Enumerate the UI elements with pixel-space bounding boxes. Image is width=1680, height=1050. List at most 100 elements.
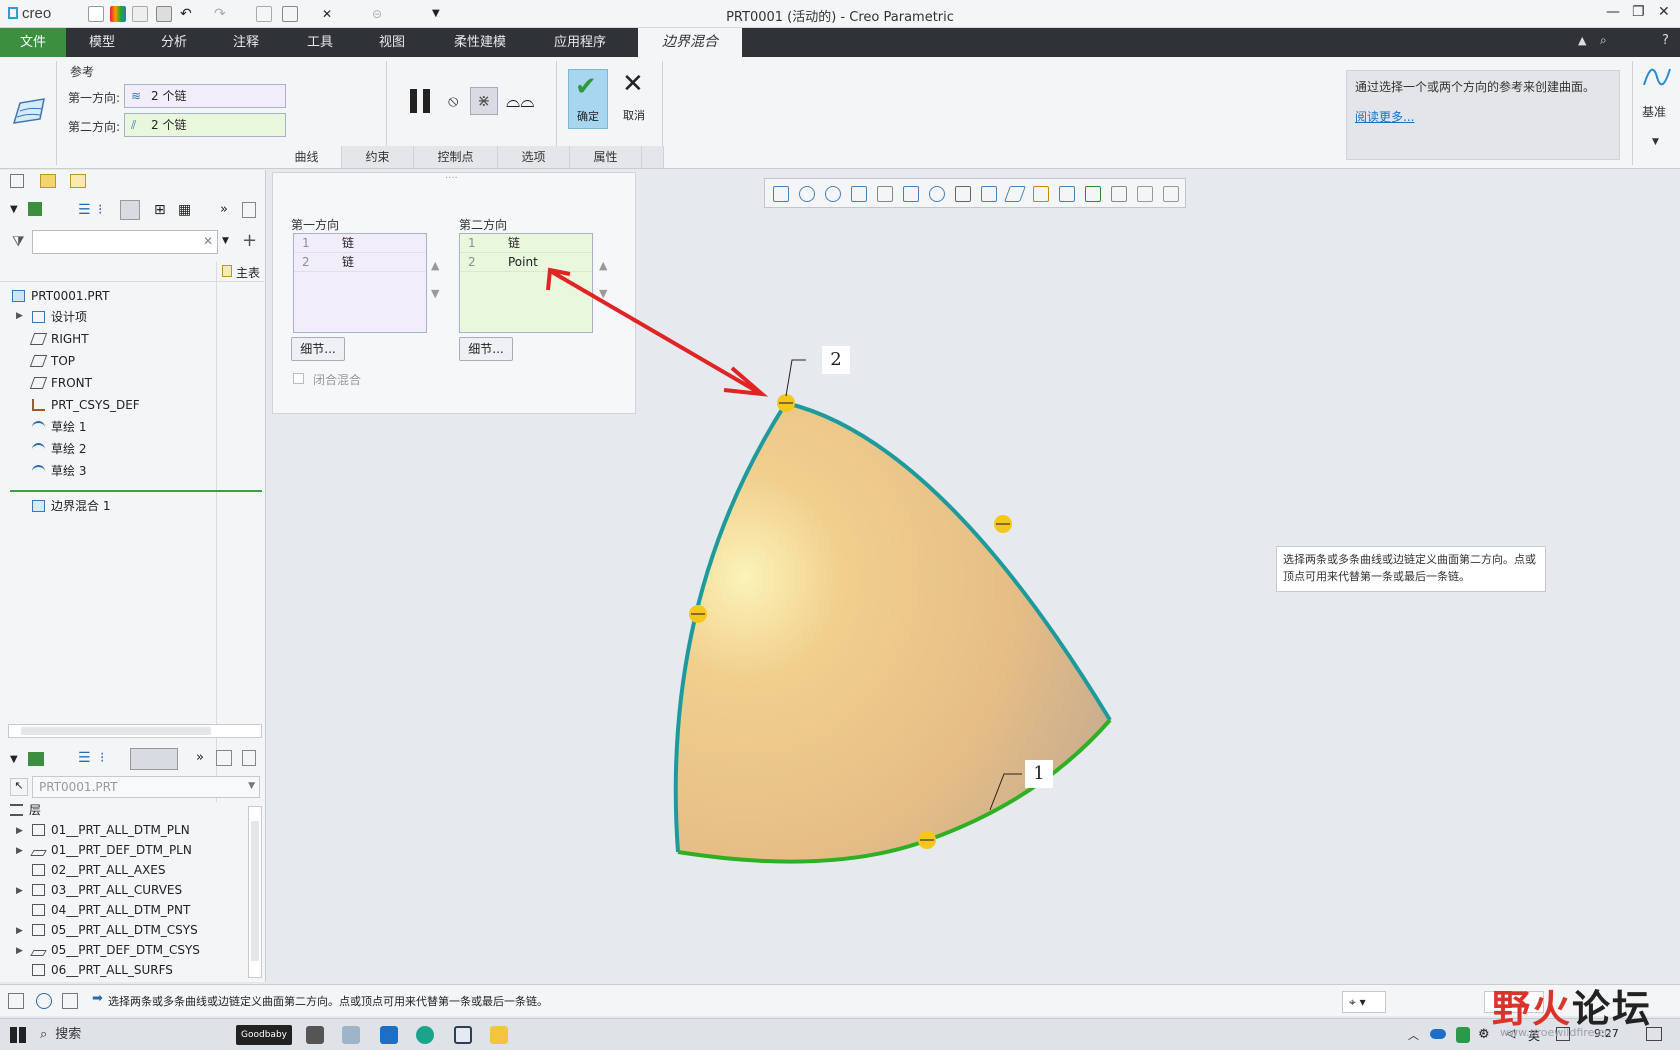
csys-display-icon[interactable] (1085, 186, 1101, 202)
layer-item[interactable]: 01__PRT_ALL_DTM_PLN (32, 820, 190, 840)
tab-annotate[interactable]: 注释 (214, 28, 278, 57)
read-more-link[interactable]: 阅读更多... (1355, 109, 1611, 125)
expand-layer-icon[interactable]: ▶ (16, 946, 23, 956)
minimize-button[interactable]: — (1606, 4, 1620, 20)
dir2-details-button[interactable]: 细节... (459, 337, 513, 361)
pause-icon[interactable] (410, 89, 432, 113)
subtab-constraints[interactable]: 约束 (342, 146, 414, 168)
layer-model-select[interactable]: PRT0001.PRT ▼ (32, 776, 260, 798)
layer-columns-icon[interactable]: ☰ (78, 750, 91, 766)
minimize-ribbon-icon[interactable]: ▲ (1578, 34, 1586, 47)
layer-active-icon[interactable] (130, 748, 178, 770)
list-item[interactable]: 1链 (460, 234, 592, 253)
tree-item-design-items[interactable]: 设计项 (32, 307, 87, 327)
list-item[interactable]: 2链 (294, 253, 426, 272)
layer-item[interactable]: 04__PRT_ALL_DTM_PNT (32, 900, 190, 920)
subtab-properties[interactable]: 属性 (570, 146, 642, 168)
tray-app-icon[interactable] (1456, 1027, 1470, 1043)
datum-curve-icon[interactable] (1642, 63, 1672, 91)
select-arrow-icon[interactable]: ↖ (10, 778, 28, 796)
tree-item-top[interactable]: TOP (29, 351, 75, 371)
annotation-display-icon[interactable] (1111, 186, 1127, 202)
cancel-button[interactable]: ✕ 取消 (614, 69, 654, 129)
tree-item-sketch-3[interactable]: 草绘 3 (32, 461, 86, 481)
search-options-icon[interactable]: ▼ (222, 236, 229, 246)
panel-grip[interactable]: ···· (445, 173, 458, 184)
subtab-options[interactable]: 选项 (498, 146, 570, 168)
datum-group-label[interactable]: 基准 (1642, 103, 1666, 120)
tab-model[interactable]: 模型 (70, 28, 134, 57)
more-icon[interactable]: » (220, 202, 228, 217)
expand-layer-icon[interactable]: ▶ (16, 886, 23, 896)
refit-icon[interactable] (773, 186, 789, 202)
tab-boundary-blend[interactable]: 边界混合 (638, 28, 742, 57)
datum-points-icon[interactable] (1059, 186, 1075, 202)
tab-tools[interactable]: 工具 (288, 28, 352, 57)
tree-item-front[interactable]: FRONT (29, 373, 92, 393)
dir1-details-button[interactable]: 细节... (291, 337, 345, 361)
subtab-control-points[interactable]: 控制点 (414, 146, 498, 168)
filter-icon[interactable]: ⧩ (12, 234, 25, 250)
calculator-icon[interactable] (306, 1026, 324, 1044)
main-table-label[interactable]: 主表 (236, 264, 260, 281)
saved-orientations-icon[interactable] (903, 186, 919, 202)
find-icon[interactable]: ⌖ ▾ (1342, 991, 1386, 1013)
move-up-icon[interactable]: ▲ (431, 259, 439, 272)
dir2-collector[interactable]: ⫽ 2 个链 (124, 113, 286, 137)
outlook-icon[interactable] (380, 1026, 398, 1044)
tree-hscrollbar[interactable] (8, 724, 262, 738)
tree-item-sketch-1[interactable]: 草绘 1 (32, 417, 86, 437)
pause-display-icon[interactable] (1163, 186, 1179, 202)
restore-button[interactable]: ❐ (1632, 4, 1645, 20)
drag-handle[interactable] (994, 515, 1012, 533)
layer-vscrollbar[interactable] (248, 806, 262, 978)
closed-blend-checkbox[interactable] (293, 373, 304, 384)
add-filter-icon[interactable]: + (242, 230, 257, 251)
layer-filter-icon[interactable]: ⁝ (100, 750, 104, 766)
file-explorer-icon[interactable] (490, 1026, 508, 1044)
toggle-browser-icon[interactable] (36, 993, 52, 1009)
tab-flexible-modeling[interactable]: 柔性建模 (440, 28, 520, 57)
tree-item-sketch-2[interactable]: 草绘 2 (32, 439, 86, 459)
help-icon[interactable]: ? (1662, 33, 1669, 48)
expand-layer-icon[interactable]: ▶ (16, 926, 23, 936)
section-icon[interactable] (981, 186, 997, 202)
ok-button[interactable]: ✔ 确定 (568, 69, 608, 129)
dir1-collector[interactable]: ≋ 2 个链 (124, 84, 286, 108)
tree-item-boundary-blend-1[interactable]: 边界混合 1 (32, 496, 110, 516)
settings-app-icon[interactable] (342, 1026, 360, 1044)
view-manager-icon[interactable] (929, 186, 945, 202)
goodbaby-badge[interactable]: Goodbaby (236, 1025, 292, 1045)
spin-center-icon[interactable] (1137, 186, 1153, 202)
close-button[interactable]: ✕ (1658, 4, 1670, 20)
datum-dropdown-icon[interactable]: ▼ (1652, 137, 1659, 147)
tree-item-right[interactable]: RIGHT (29, 329, 89, 349)
notes-icon[interactable] (242, 202, 256, 218)
layer-item[interactable]: 06__PRT_ALL_SURFS (32, 960, 173, 980)
chain-label-1[interactable]: 1 (1025, 760, 1053, 788)
layer-item[interactable]: 05__PRT_ALL_DTM_CSYS (32, 920, 198, 940)
search-icon[interactable]: ⌕ (1600, 33, 1607, 48)
insert-indicator[interactable] (10, 490, 262, 492)
windows-start-icon[interactable] (10, 1027, 26, 1043)
datum-axes-icon[interactable] (1033, 186, 1049, 202)
display-style-icon[interactable] (877, 186, 893, 202)
show-icon[interactable] (28, 202, 42, 216)
tree-columns-icon[interactable]: ☰ (78, 202, 91, 218)
layer-notes-icon[interactable] (242, 750, 256, 766)
zoom-out-icon[interactable] (825, 186, 841, 202)
expand-design-items-icon[interactable]: ▶ (16, 311, 23, 321)
no-preview-icon[interactable]: ⦸ (448, 91, 458, 111)
list-item[interactable]: 1链 (294, 234, 426, 253)
tab-file[interactable]: 文件 (0, 28, 66, 57)
tree-settings-icon[interactable]: ▼ (10, 204, 18, 215)
favorites-tab-icon[interactable] (70, 174, 86, 188)
layer-more-icon[interactable]: » (196, 750, 204, 765)
tab-view[interactable]: 视图 (360, 28, 424, 57)
glasses-icon[interactable]: ⌓⌓ (506, 91, 534, 112)
tray-chevron-icon[interactable]: ︿ (1408, 1027, 1419, 1043)
tree-layer-icon[interactable]: ⊞ (154, 202, 166, 218)
tree-item-csys[interactable]: PRT_CSYS_DEF (32, 395, 140, 415)
expand-layer-icon[interactable]: ▶ (16, 826, 23, 836)
model-tree-tab-icon[interactable] (10, 174, 24, 188)
